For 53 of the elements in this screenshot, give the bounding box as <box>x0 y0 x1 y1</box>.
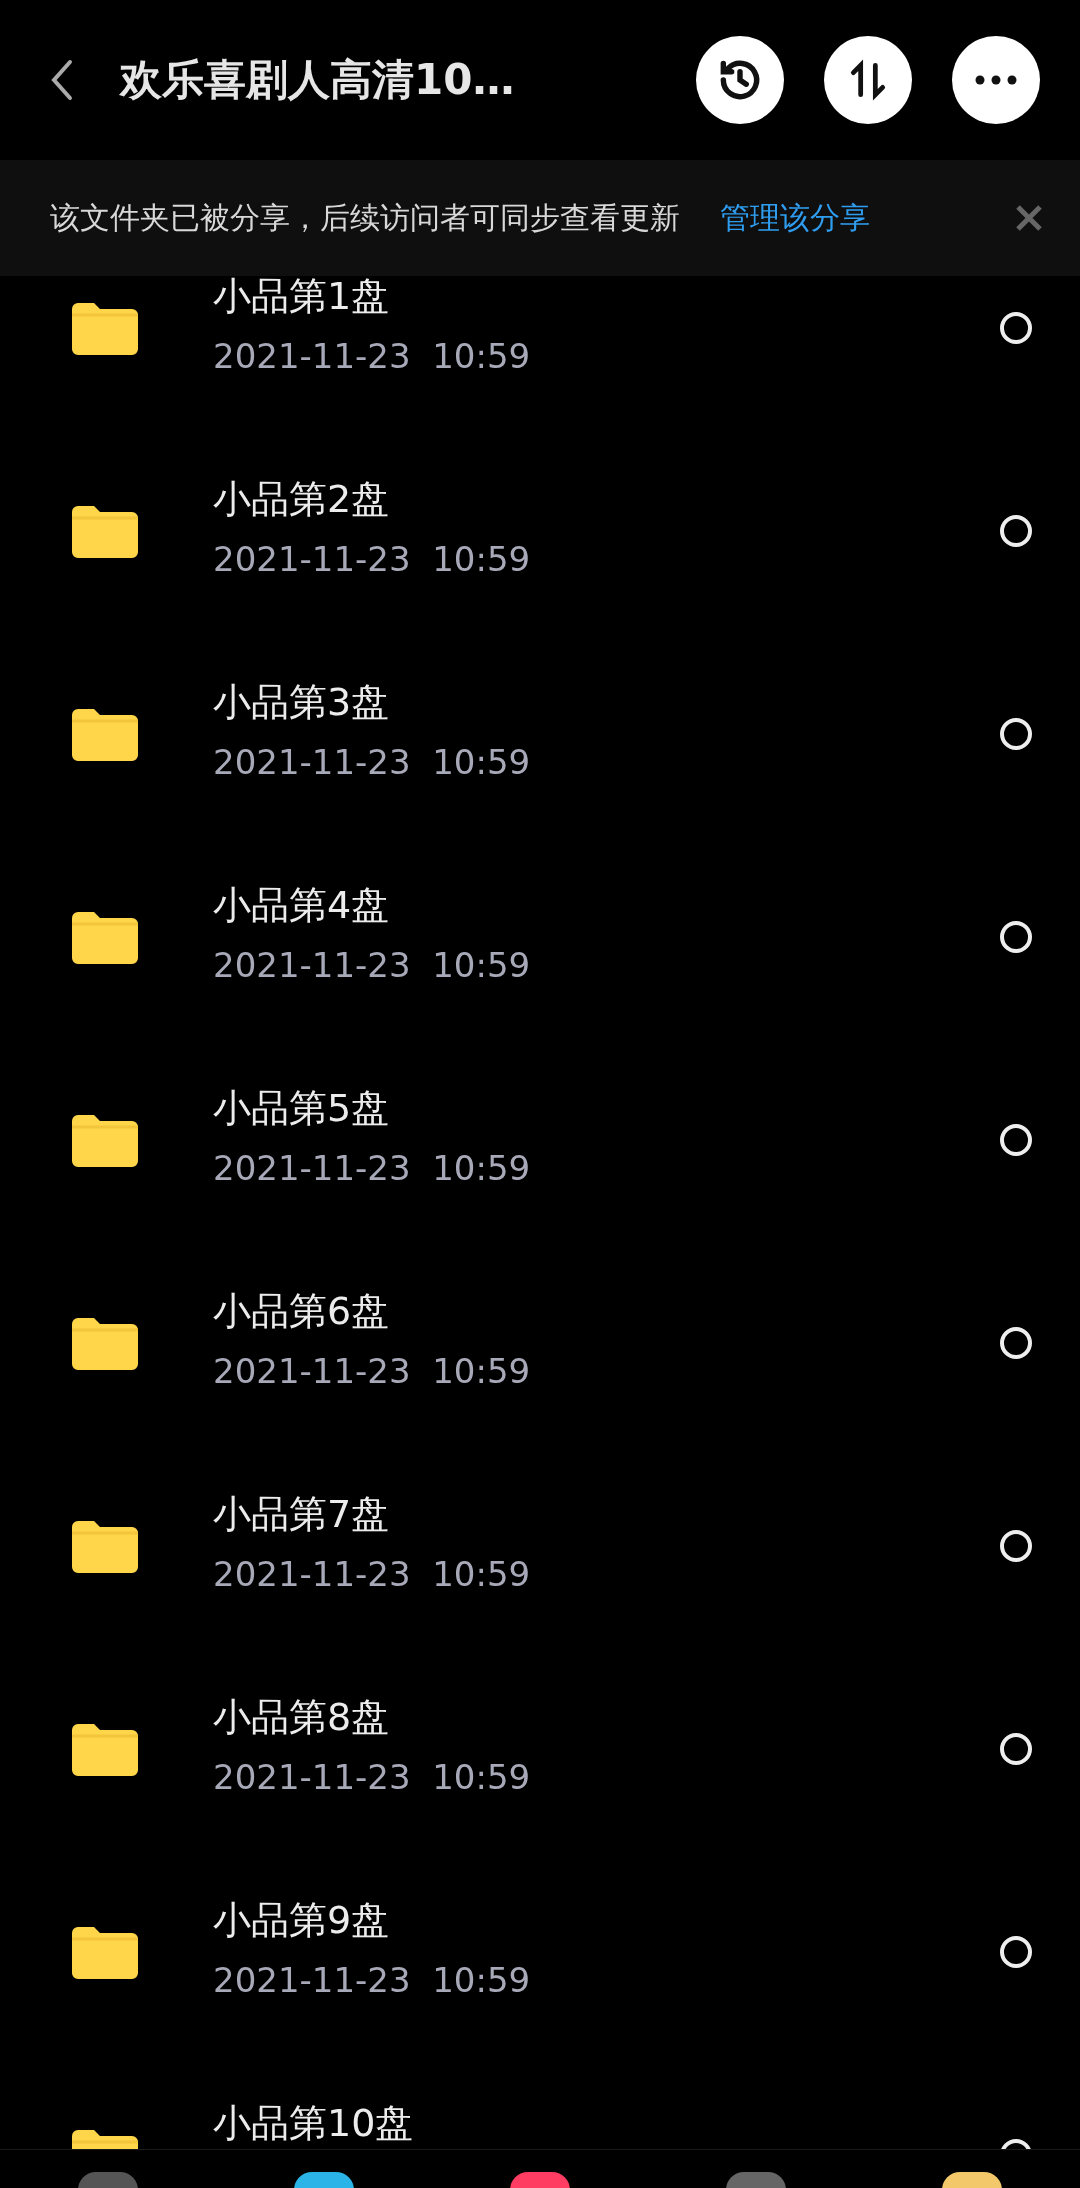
select-radio[interactable] <box>1000 920 1032 953</box>
folder-icon <box>72 706 138 761</box>
folder-icon <box>72 1518 138 1573</box>
file-row[interactable]: 小品第3盘 2021-11-23 10:59 <box>0 632 1080 835</box>
file-row[interactable]: 小品第2盘 2021-11-23 10:59 <box>0 429 1080 632</box>
folder-icon <box>72 1924 138 1979</box>
select-radio[interactable] <box>1000 1935 1032 1968</box>
folder-title: 欢乐喜剧人高清10… <box>120 54 516 106</box>
folder-name: 小品第6盘 <box>213 1291 391 1333</box>
folder-name: 小品第8盘 <box>213 1697 391 1739</box>
file-row[interactable]: 小品第1盘 2021-11-23 10:59 <box>0 276 1080 429</box>
folder-name: 小品第10盘 <box>213 2103 415 2145</box>
file-row[interactable]: 小品第8盘 2021-11-23 10:59 <box>0 1647 1080 1850</box>
back-icon <box>50 58 74 102</box>
file-row[interactable]: 小品第5盘 2021-11-23 10:59 <box>0 1038 1080 1241</box>
folder-icon <box>72 909 138 964</box>
modified-date: 2021-11-23 10:59 <box>213 335 532 376</box>
select-radio[interactable] <box>1000 1123 1032 1156</box>
select-radio[interactable] <box>1000 311 1032 344</box>
folder-name: 小品第4盘 <box>213 885 391 927</box>
folder-icon <box>72 300 138 355</box>
select-radio[interactable] <box>1000 1326 1032 1359</box>
file-row[interactable]: 小品第6盘 2021-11-23 10:59 <box>0 1241 1080 1444</box>
more-icon <box>974 74 1018 86</box>
modified-date: 2021-11-23 10:59 <box>213 1147 532 1188</box>
close-button[interactable] <box>1014 203 1044 233</box>
modified-date: 2021-11-23 10:59 <box>213 741 532 782</box>
manage-share-link[interactable]: 管理该分享 <box>720 197 1014 239</box>
select-radio[interactable] <box>1000 514 1032 547</box>
folder-icon <box>72 1112 138 1167</box>
folder-icon <box>72 503 138 558</box>
modified-date: 2021-11-23 10:59 <box>213 1350 532 1391</box>
modified-date: 2021-11-23 10:59 <box>213 538 532 579</box>
select-radio[interactable] <box>1000 1732 1032 1765</box>
file-row[interactable]: 小品第4盘 2021-11-23 10:59 <box>0 835 1080 1038</box>
folder-icon <box>72 1721 138 1776</box>
folder-name: 小品第2盘 <box>213 479 391 521</box>
folder-name: 小品第9盘 <box>213 1900 391 1942</box>
folder-name: 小品第1盘 <box>213 276 391 318</box>
file-row[interactable]: 小品第9盘 2021-11-23 10:59 <box>0 1850 1080 2053</box>
close-icon <box>1014 203 1044 233</box>
modified-date: 2021-11-23 10:59 <box>213 944 532 985</box>
modified-date: 2021-11-23 10:59 <box>213 1553 532 1594</box>
share-notice: 该文件夹已被分享，后续访问者可同步查看更新 <box>50 198 680 237</box>
select-radio[interactable] <box>1000 717 1032 750</box>
folder-name: 小品第7盘 <box>213 1494 391 1536</box>
folder-icon <box>72 1315 138 1370</box>
select-radio[interactable] <box>1000 1529 1032 1562</box>
modified-date: 2021-11-23 10:59 <box>213 1959 532 2000</box>
folder-name: 小品第3盘 <box>213 682 391 724</box>
folder-name: 小品第5盘 <box>213 1088 391 1130</box>
modified-date: 2021-11-23 10:59 <box>213 1756 532 1797</box>
file-row[interactable]: 小品第7盘 2021-11-23 10:59 <box>0 1444 1080 1647</box>
